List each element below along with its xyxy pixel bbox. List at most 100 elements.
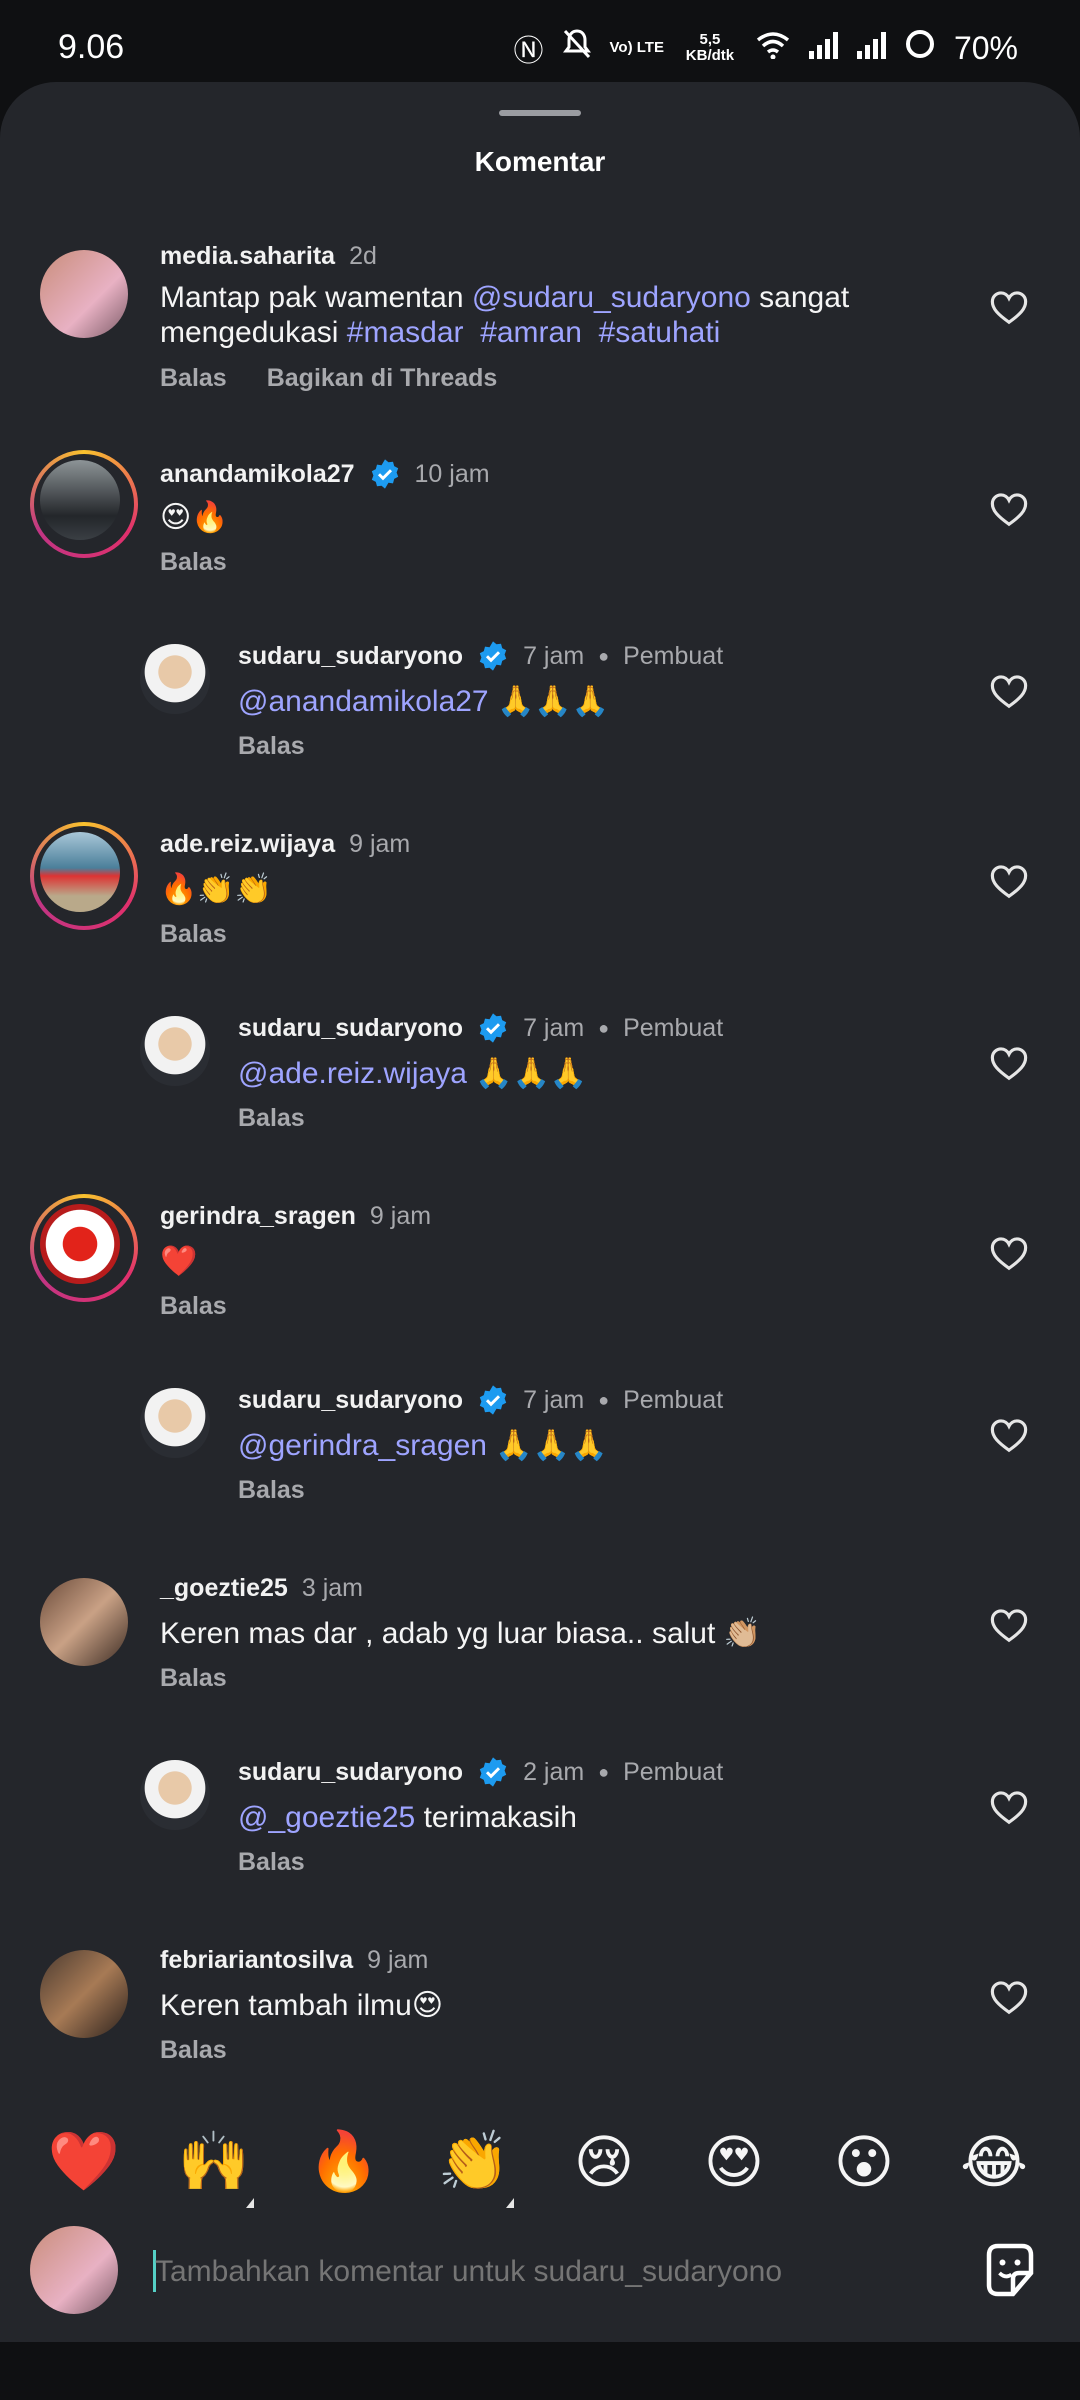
hashtag-link[interactable]: #satuhati xyxy=(599,316,721,349)
comment-text: @ade.reiz.wijaya 🙏🙏🙏 xyxy=(238,1057,588,1090)
reply-button[interactable]: Balas xyxy=(160,364,227,393)
avatar[interactable] xyxy=(140,1760,210,1830)
heart-icon[interactable] xyxy=(990,290,1028,326)
comment-username[interactable]: febriariantosilva xyxy=(160,1946,353,1975)
reply-button[interactable]: Balas xyxy=(238,1476,305,1505)
skin-tone-indicator xyxy=(246,2198,254,2208)
comment-reply: sudaru_sudaryono 7 jam ● Pembuat @ananda… xyxy=(0,632,1080,762)
reply-button[interactable]: Balas xyxy=(238,1848,305,1877)
avatar[interactable] xyxy=(140,644,210,714)
comment-username[interactable]: sudaru_sudaryono xyxy=(238,1758,463,1787)
emoji-laugh-button[interactable]: 😂 xyxy=(954,2128,1034,2196)
emoji-heart-eyes-button[interactable]: 😍 xyxy=(694,2128,774,2196)
emoji-fire-button[interactable]: 🔥 xyxy=(304,2128,384,2196)
avatar[interactable] xyxy=(140,1016,210,1086)
comment-input[interactable] xyxy=(153,2254,977,2290)
comment-reply: sudaru_sudaryono 2 jam ● Pembuat @_goezt… xyxy=(0,1748,1080,1878)
comment-username[interactable]: sudaru_sudaryono xyxy=(238,642,463,671)
mention-link[interactable]: @ade.reiz.wijaya xyxy=(238,1057,467,1090)
comment-text: @_goeztie25 terimakasih xyxy=(238,1801,577,1834)
comment-time: 2d xyxy=(349,242,377,270)
nfc-icon: Ⓝ xyxy=(513,35,544,68)
emoji-surprised-button[interactable]: 😮 xyxy=(824,2128,904,2196)
avatar[interactable] xyxy=(30,450,138,558)
emoji-clap-button[interactable]: 👏 xyxy=(434,2128,514,2196)
emoji-heart-button[interactable]: ❤️ xyxy=(44,2128,124,2196)
heart-icon[interactable] xyxy=(990,1980,1028,2016)
emoji-cry-button[interactable]: 😢 xyxy=(564,2128,644,2196)
comment-username[interactable]: media.saharita xyxy=(160,242,335,271)
heart-icon[interactable] xyxy=(990,864,1028,900)
reply-button[interactable]: Balas xyxy=(238,1104,305,1133)
avatar[interactable] xyxy=(140,1388,210,1458)
verified-badge-icon xyxy=(479,1757,507,1787)
sticker-icon[interactable] xyxy=(980,2240,1040,2300)
avatar[interactable] xyxy=(30,822,138,930)
comment-reply: sudaru_sudaryono 7 jam ● Pembuat @gerind… xyxy=(0,1376,1080,1506)
verified-badge-icon xyxy=(479,1013,507,1043)
comment-username[interactable]: gerindra_sragen xyxy=(160,1202,356,1231)
reply-button[interactable]: Balas xyxy=(160,1664,227,1693)
comment: anandamikola27 10 jam 😍🔥 Balas xyxy=(0,450,1080,580)
comment-username[interactable]: anandamikola27 xyxy=(160,460,355,489)
comment-text: 🔥👏👏 xyxy=(160,873,273,906)
reply-button[interactable]: Balas xyxy=(160,920,227,949)
status-time: 9.06 xyxy=(58,28,125,66)
reply-button[interactable]: Balas xyxy=(160,2036,227,2065)
volte-indicator: Vo) LTE xyxy=(609,39,664,56)
comment-text: Keren mas dar , adab yg luar biasa.. sal… xyxy=(160,1617,761,1650)
mention-link[interactable]: @gerindra_sragen xyxy=(238,1429,487,1462)
comment-text: Keren tambah ilmu😍 xyxy=(160,1989,444,2022)
comment-username[interactable]: sudaru_sudaryono xyxy=(238,1014,463,1043)
heart-icon[interactable] xyxy=(990,1418,1028,1454)
reply-button[interactable]: Balas xyxy=(160,1292,227,1321)
heart-icon[interactable] xyxy=(990,1236,1028,1272)
battery-icon xyxy=(904,28,936,68)
comment-time: 7 jam xyxy=(523,1385,585,1414)
creator-label: Pembuat xyxy=(623,1757,724,1786)
signal-icon-1 xyxy=(808,30,838,67)
avatar[interactable] xyxy=(30,1194,138,1302)
drag-handle[interactable] xyxy=(499,110,581,116)
comment: febriariantosilva 9 jam Keren tambah ilm… xyxy=(0,1938,1080,2068)
comment-text: @gerindra_sragen 🙏🙏🙏 xyxy=(238,1429,608,1462)
heart-icon[interactable] xyxy=(990,492,1028,528)
network-speed: 5,5 KB/dtk xyxy=(685,31,735,64)
comment-text: Mantap pak wamentan @sudaru_sudaryono sa… xyxy=(160,281,850,349)
hashtag-link[interactable]: #masdar xyxy=(347,316,464,349)
avatar[interactable] xyxy=(40,250,128,338)
creator-label: Pembuat xyxy=(623,1013,724,1042)
hashtag-link[interactable]: #amran xyxy=(480,316,582,349)
comment-time: 3 jam xyxy=(301,1574,363,1602)
mention-link[interactable]: @sudaru_sudaryono xyxy=(472,281,751,314)
comments-sheet: Komentar media.saharita 2d Mantap pak wa… xyxy=(0,82,1080,2342)
sheet-title: Komentar xyxy=(474,146,606,177)
own-avatar xyxy=(30,2226,118,2314)
mention-link[interactable]: @anandamikola27 xyxy=(238,685,489,718)
comment-time: 9 jam xyxy=(349,830,411,858)
comment: media.saharita 2d Mantap pak wamentan @s… xyxy=(0,232,1080,392)
comment-reply: sudaru_sudaryono 7 jam ● Pembuat @ade.re… xyxy=(0,1004,1080,1134)
skin-tone-indicator xyxy=(506,2198,514,2208)
heart-icon[interactable] xyxy=(990,1608,1028,1644)
emoji-raised-hands-button[interactable]: 🙌 xyxy=(174,2128,254,2196)
wifi-icon xyxy=(756,30,790,67)
heart-icon[interactable] xyxy=(990,674,1028,710)
status-bar: 9.06 Ⓝ Vo) LTE 5,5 KB/dtk 70% xyxy=(0,0,1080,90)
avatar[interactable] xyxy=(40,1578,128,1666)
mention-link[interactable]: @_goeztie25 xyxy=(238,1801,415,1834)
comment-input-bar xyxy=(0,2212,1080,2342)
comment-username[interactable]: _goeztie25 xyxy=(160,1574,288,1603)
mute-icon xyxy=(562,28,592,68)
comment-username[interactable]: sudaru_sudaryono xyxy=(238,1386,463,1415)
share-threads-button[interactable]: Bagikan di Threads xyxy=(267,364,498,393)
heart-icon[interactable] xyxy=(990,1046,1028,1082)
reply-button[interactable]: Balas xyxy=(238,732,305,761)
comment-text: 😍🔥 xyxy=(160,501,229,534)
avatar[interactable] xyxy=(40,1950,128,2038)
reply-button[interactable]: Balas xyxy=(160,548,227,577)
comment-username[interactable]: ade.reiz.wijaya xyxy=(160,830,335,859)
heart-icon[interactable] xyxy=(990,1790,1028,1826)
verified-badge-icon xyxy=(479,641,507,671)
verified-badge-icon xyxy=(371,459,398,489)
